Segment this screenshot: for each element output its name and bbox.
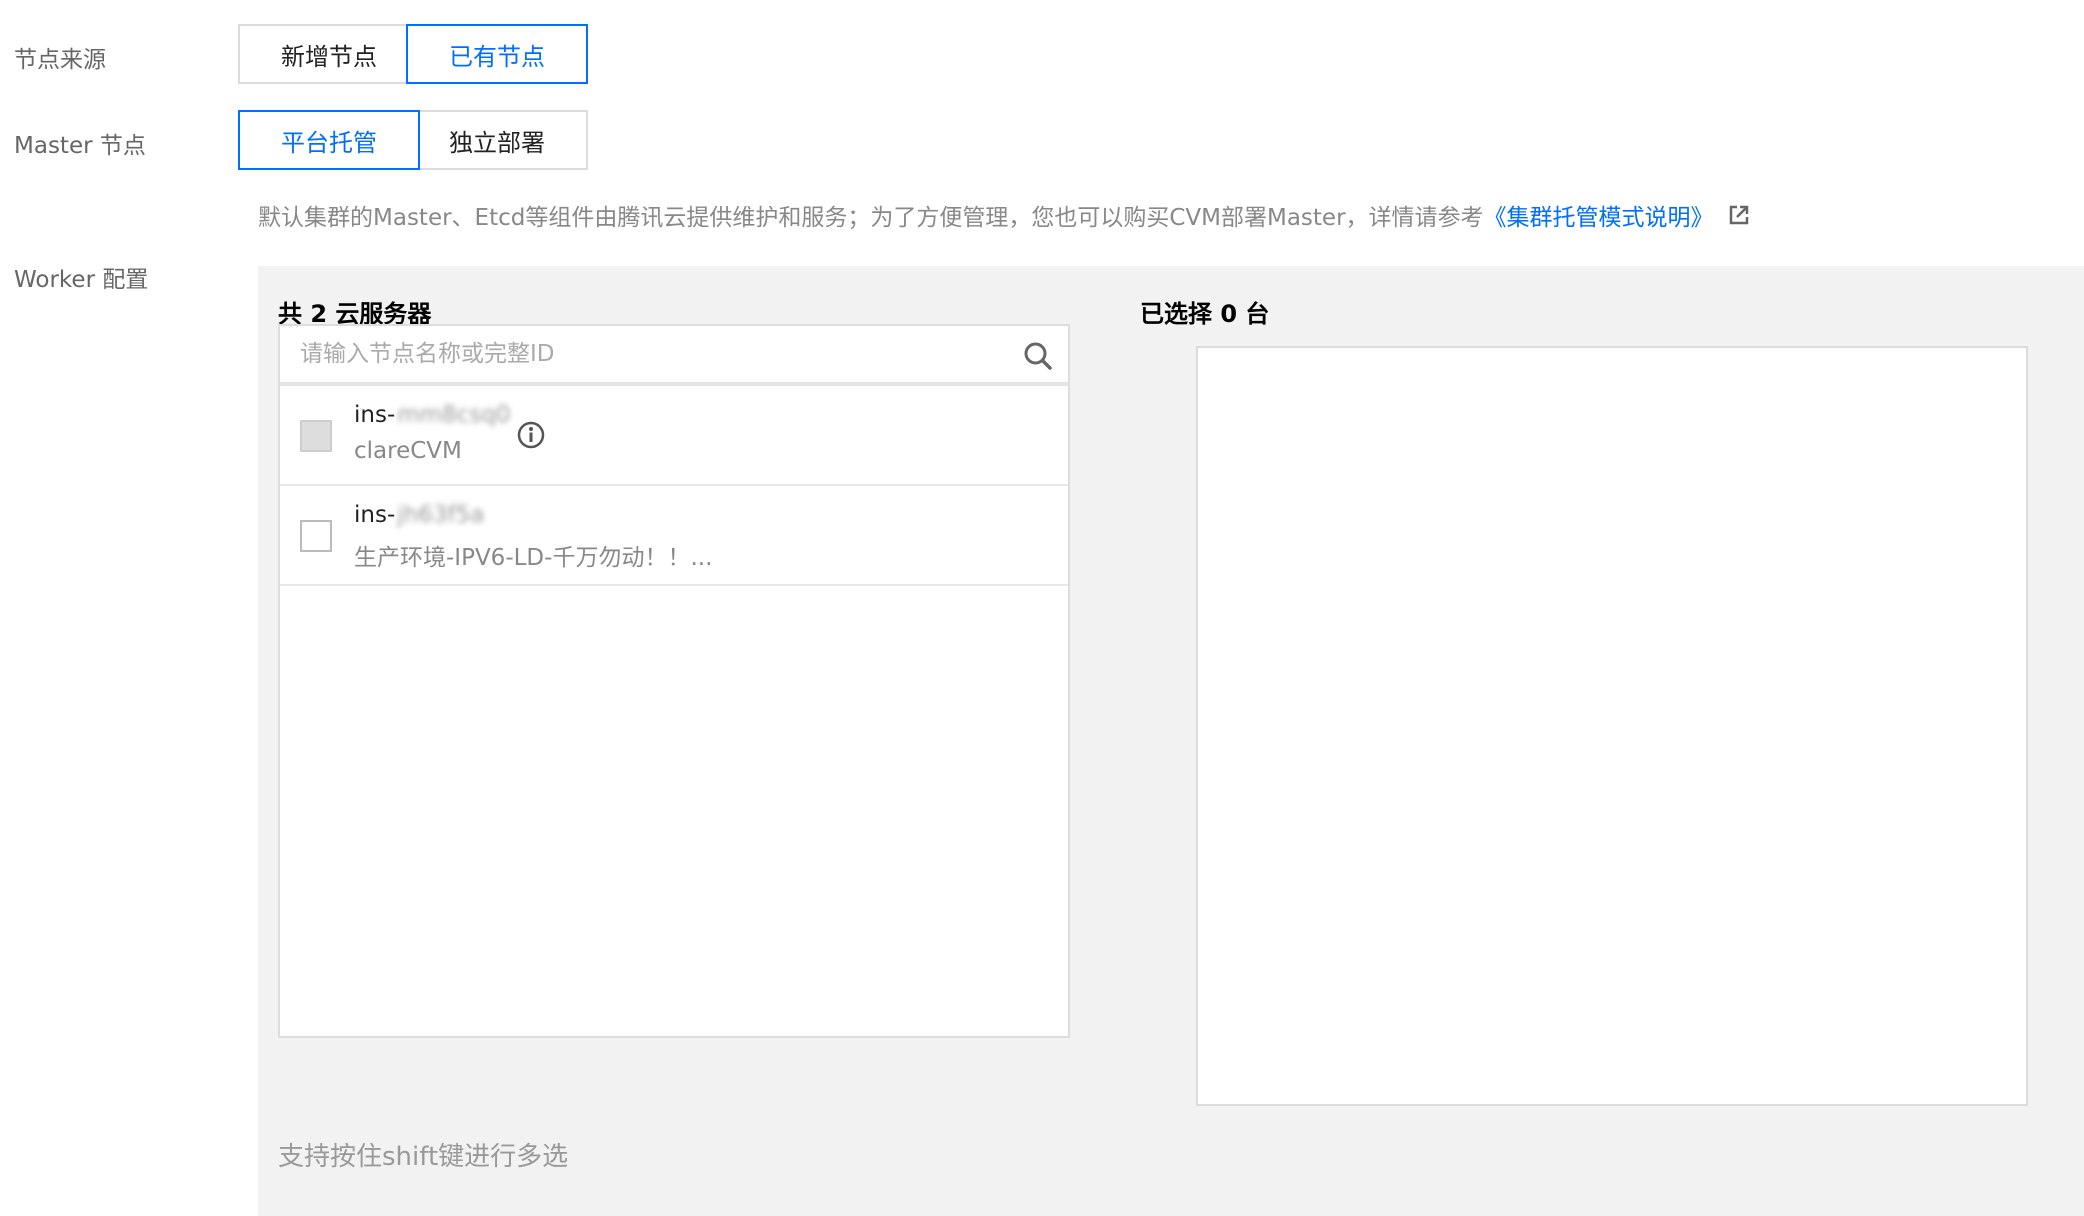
- master-node-label: Master 节点: [14, 133, 146, 159]
- search-icon[interactable]: [1022, 340, 1054, 372]
- platform-managed-option[interactable]: 平台托管: [238, 110, 420, 170]
- selected-servers-list: [1196, 346, 2028, 1106]
- instance-row[interactable]: ins-jh63f5a 生产环境-IPV6-LD-千万勿动！！...: [280, 486, 1068, 586]
- existing-node-option[interactable]: 已有节点: [406, 24, 588, 84]
- instance-row[interactable]: ins-mm8csq0 clareCVM: [280, 386, 1068, 486]
- selected-servers-title: 已选择 0 台: [1140, 300, 1270, 328]
- instance-checkbox[interactable]: [300, 420, 332, 452]
- new-node-option[interactable]: 新增节点: [238, 24, 420, 84]
- node-source-label: 节点来源: [14, 47, 106, 73]
- multi-select-hint: 支持按住shift键进行多选: [278, 1142, 569, 1172]
- self-deploy-option[interactable]: 独立部署: [406, 110, 588, 170]
- instance-id: ins-mm8csq0: [354, 402, 511, 428]
- worker-config-label: Worker 配置: [14, 267, 149, 293]
- instance-name: clareCVM: [354, 438, 462, 464]
- info-icon[interactable]: [516, 420, 546, 450]
- instance-id-redacted: jh63f5a: [397, 502, 485, 528]
- worker-transfer-panel: 共 2 云服务器 已选择 0 台 ins-mm8csq0 clareCVM: [258, 266, 2084, 1216]
- master-description: 默认集群的Master、Etcd等组件由腾讯云提供维护和服务；为了方便管理，您也…: [258, 198, 1750, 232]
- instance-id-redacted: mm8csq0: [397, 402, 511, 428]
- cluster-hosting-doc-link[interactable]: 《集群托管模式说明》: [1484, 198, 1714, 232]
- instance-checkbox[interactable]: [300, 520, 332, 552]
- search-box: [280, 326, 1068, 386]
- instance-name: 生产环境-IPV6-LD-千万勿动！！...: [354, 545, 713, 571]
- node-search-input[interactable]: [280, 326, 1068, 382]
- master-description-text: 默认集群的Master、Etcd等组件由腾讯云提供维护和服务；为了方便管理，您也…: [258, 205, 1484, 231]
- instance-id: ins-jh63f5a: [354, 502, 485, 528]
- external-link-icon[interactable]: [1728, 204, 1750, 226]
- available-servers-list: ins-mm8csq0 clareCVM ins-jh63f5a 生产环境-IP…: [278, 324, 1070, 1038]
